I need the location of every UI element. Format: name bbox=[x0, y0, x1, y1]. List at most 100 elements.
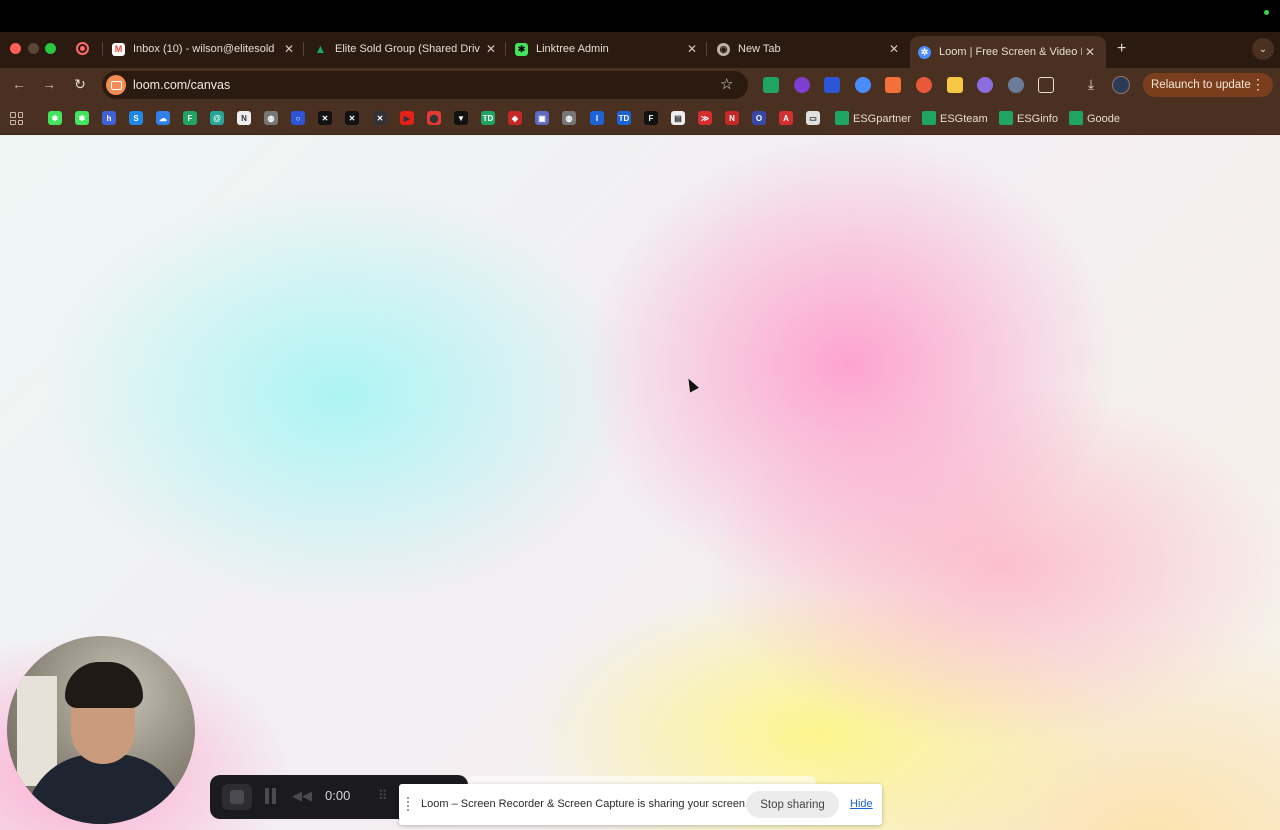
chrome-icon: ◉ bbox=[717, 42, 730, 56]
linktree-bookmark-icon[interactable]: ✱ bbox=[48, 111, 62, 125]
minimize-window-button[interactable] bbox=[28, 43, 39, 54]
tab-title: Elite Sold Group (Shared Driv bbox=[335, 43, 480, 55]
bookmark-folder-icon bbox=[835, 111, 849, 125]
vector-bookmark-icon[interactable]: ▼ bbox=[454, 111, 468, 125]
f-black-bookmark-icon[interactable]: F bbox=[644, 111, 658, 125]
bookmark-folder-esgteam[interactable]: ESGteam bbox=[940, 113, 988, 125]
close-tab-icon[interactable]: ✕ bbox=[886, 42, 902, 56]
recording-timer: 0:00 bbox=[325, 788, 351, 803]
extension-dots-icon[interactable] bbox=[824, 77, 840, 93]
calendar-bookmark-icon[interactable]: ▣ bbox=[535, 111, 549, 125]
extension-cloud-icon[interactable] bbox=[977, 77, 993, 93]
profile-avatar[interactable] bbox=[1112, 76, 1130, 94]
more-menu-icon[interactable]: ⋮ bbox=[1251, 76, 1265, 93]
loom-extension-icon[interactable] bbox=[855, 77, 871, 93]
tab-linktree[interactable]: ✱ Linktree Admin ✕ bbox=[515, 36, 700, 62]
globe-bookmark-icon[interactable]: ◍ bbox=[264, 111, 278, 125]
forward-arrow-icon[interactable]: → bbox=[40, 76, 58, 92]
loom-icon: ✲ bbox=[918, 45, 931, 59]
notion-bookmark-icon[interactable]: N bbox=[237, 111, 251, 125]
stop-recording-button[interactable] bbox=[222, 784, 252, 810]
sharing-message: Loom – Screen Recorder & Screen Capture … bbox=[421, 798, 749, 810]
tab-title: Loom | Free Screen & Video R bbox=[939, 46, 1082, 58]
reload-icon[interactable]: ↻ bbox=[71, 76, 89, 93]
bookmark-folder-esgpartner[interactable]: ESGpartner bbox=[853, 113, 911, 125]
extension-fox-icon[interactable] bbox=[916, 77, 932, 93]
download-icon[interactable]: ⤓ bbox=[1082, 76, 1100, 93]
hubspot-bookmark-icon[interactable]: h bbox=[102, 111, 116, 125]
x-bookmark-icon-3[interactable]: ✕ bbox=[373, 111, 387, 125]
url-text[interactable]: loom.com/canvas bbox=[133, 78, 230, 92]
red-swoosh-bookmark-icon[interactable]: ≫ bbox=[698, 111, 712, 125]
linktree-bookmark-icon-2[interactable]: ✱ bbox=[75, 111, 89, 125]
maps-bookmark-icon[interactable]: ⬤ bbox=[427, 111, 441, 125]
close-tab-icon[interactable]: ✕ bbox=[483, 42, 499, 56]
restart-recording-icon[interactable]: ◀◀ bbox=[292, 788, 312, 804]
tab-search-button[interactable]: ⌄ bbox=[1252, 38, 1274, 60]
recording-indicator-icon bbox=[76, 42, 89, 55]
grammarly-extension-icon[interactable] bbox=[885, 77, 901, 93]
red-bookmark-icon[interactable]: ◆ bbox=[508, 111, 522, 125]
close-tab-icon[interactable]: ✕ bbox=[1082, 45, 1098, 59]
status-dot-icon bbox=[1264, 10, 1269, 15]
relaunch-to-update-button[interactable]: Relaunch to update ⋮ bbox=[1143, 73, 1273, 97]
menu-bar bbox=[0, 0, 1280, 32]
loom-control-tray bbox=[468, 776, 816, 784]
extension-yellow-icon[interactable] bbox=[947, 77, 963, 93]
apps-grid-icon[interactable] bbox=[10, 112, 23, 125]
youtube-bookmark-icon[interactable]: ▶ bbox=[400, 111, 414, 125]
stop-sharing-button[interactable]: Stop sharing bbox=[746, 791, 839, 818]
drag-handle-icon[interactable]: ⠿ bbox=[378, 788, 388, 804]
new-tab-button[interactable]: + bbox=[1117, 40, 1126, 58]
tab-loom-active[interactable]: ✲ Loom | Free Screen & Video R ✕ bbox=[910, 36, 1106, 68]
pause-recording-button[interactable] bbox=[264, 788, 278, 804]
back-arrow-icon[interactable]: ← bbox=[10, 76, 28, 92]
hide-sharing-bar-link[interactable]: Hide bbox=[850, 798, 873, 810]
bookmark-star-icon[interactable]: ☆ bbox=[720, 75, 733, 93]
close-window-button[interactable] bbox=[10, 43, 21, 54]
tab-separator bbox=[706, 42, 707, 56]
extensions-puzzle-icon[interactable] bbox=[1038, 77, 1054, 93]
globe-bookmark-icon-2[interactable]: ◍ bbox=[562, 111, 576, 125]
f-bookmark-icon[interactable]: F bbox=[183, 111, 197, 125]
drag-grip-icon[interactable] bbox=[407, 797, 413, 811]
tab-title: New Tab bbox=[738, 43, 781, 55]
td-blue-bookmark-icon[interactable]: TD bbox=[617, 111, 631, 125]
tab-gmail[interactable]: M Inbox (10) - wilson@elitesold ✕ bbox=[112, 36, 297, 62]
maximize-window-button[interactable] bbox=[45, 43, 56, 54]
close-tab-icon[interactable]: ✕ bbox=[684, 42, 700, 56]
onedrive-bookmark-icon[interactable]: ☁ bbox=[156, 111, 170, 125]
tab-title: Linktree Admin bbox=[536, 43, 609, 55]
gmail-icon: M bbox=[112, 42, 125, 56]
s-bookmark-icon[interactable]: S bbox=[129, 111, 143, 125]
i-bookmark-icon[interactable]: I bbox=[590, 111, 604, 125]
tab-separator bbox=[505, 42, 506, 56]
x-bookmark-icon-2[interactable]: ✕ bbox=[345, 111, 359, 125]
acrobat-bookmark-icon[interactable]: A bbox=[779, 111, 793, 125]
tab-google-drive[interactable]: ▲ Elite Sold Group (Shared Driv ✕ bbox=[314, 36, 499, 62]
tab-title: Inbox (10) - wilson@elitesold bbox=[133, 43, 275, 55]
flag-bookmark-icon[interactable]: ▭ bbox=[806, 111, 820, 125]
extension-grey-icon[interactable] bbox=[1008, 77, 1024, 93]
google-drive-icon: ▲ bbox=[314, 42, 327, 56]
n-red-bookmark-icon[interactable]: N bbox=[725, 111, 739, 125]
extension-check-icon[interactable] bbox=[763, 77, 779, 93]
webcam-bubble[interactable] bbox=[7, 636, 195, 824]
bookmark-folder-icon bbox=[999, 111, 1013, 125]
bookmark-folder-icon bbox=[922, 111, 936, 125]
bookmark-folder-goode[interactable]: Goode bbox=[1087, 113, 1120, 125]
close-tab-icon[interactable]: ✕ bbox=[281, 42, 297, 56]
extension-color-icon[interactable] bbox=[794, 77, 810, 93]
ring-bookmark-icon[interactable]: ○ bbox=[291, 111, 305, 125]
bookmark-folder-esginfo[interactable]: ESGinfo bbox=[1017, 113, 1058, 125]
loom-site-icon[interactable] bbox=[106, 75, 126, 95]
doc-bookmark-icon[interactable]: ▤ bbox=[671, 111, 685, 125]
tab-separator bbox=[102, 42, 103, 56]
at-bookmark-icon[interactable]: @ bbox=[210, 111, 224, 125]
x-bookmark-icon[interactable]: ✕ bbox=[318, 111, 332, 125]
o-bookmark-icon[interactable]: O bbox=[752, 111, 766, 125]
tab-new-tab[interactable]: ◉ New Tab ✕ bbox=[717, 36, 902, 62]
td-bookmark-icon[interactable]: TD bbox=[481, 111, 495, 125]
tab-separator bbox=[303, 42, 304, 56]
linktree-icon: ✱ bbox=[515, 42, 528, 56]
